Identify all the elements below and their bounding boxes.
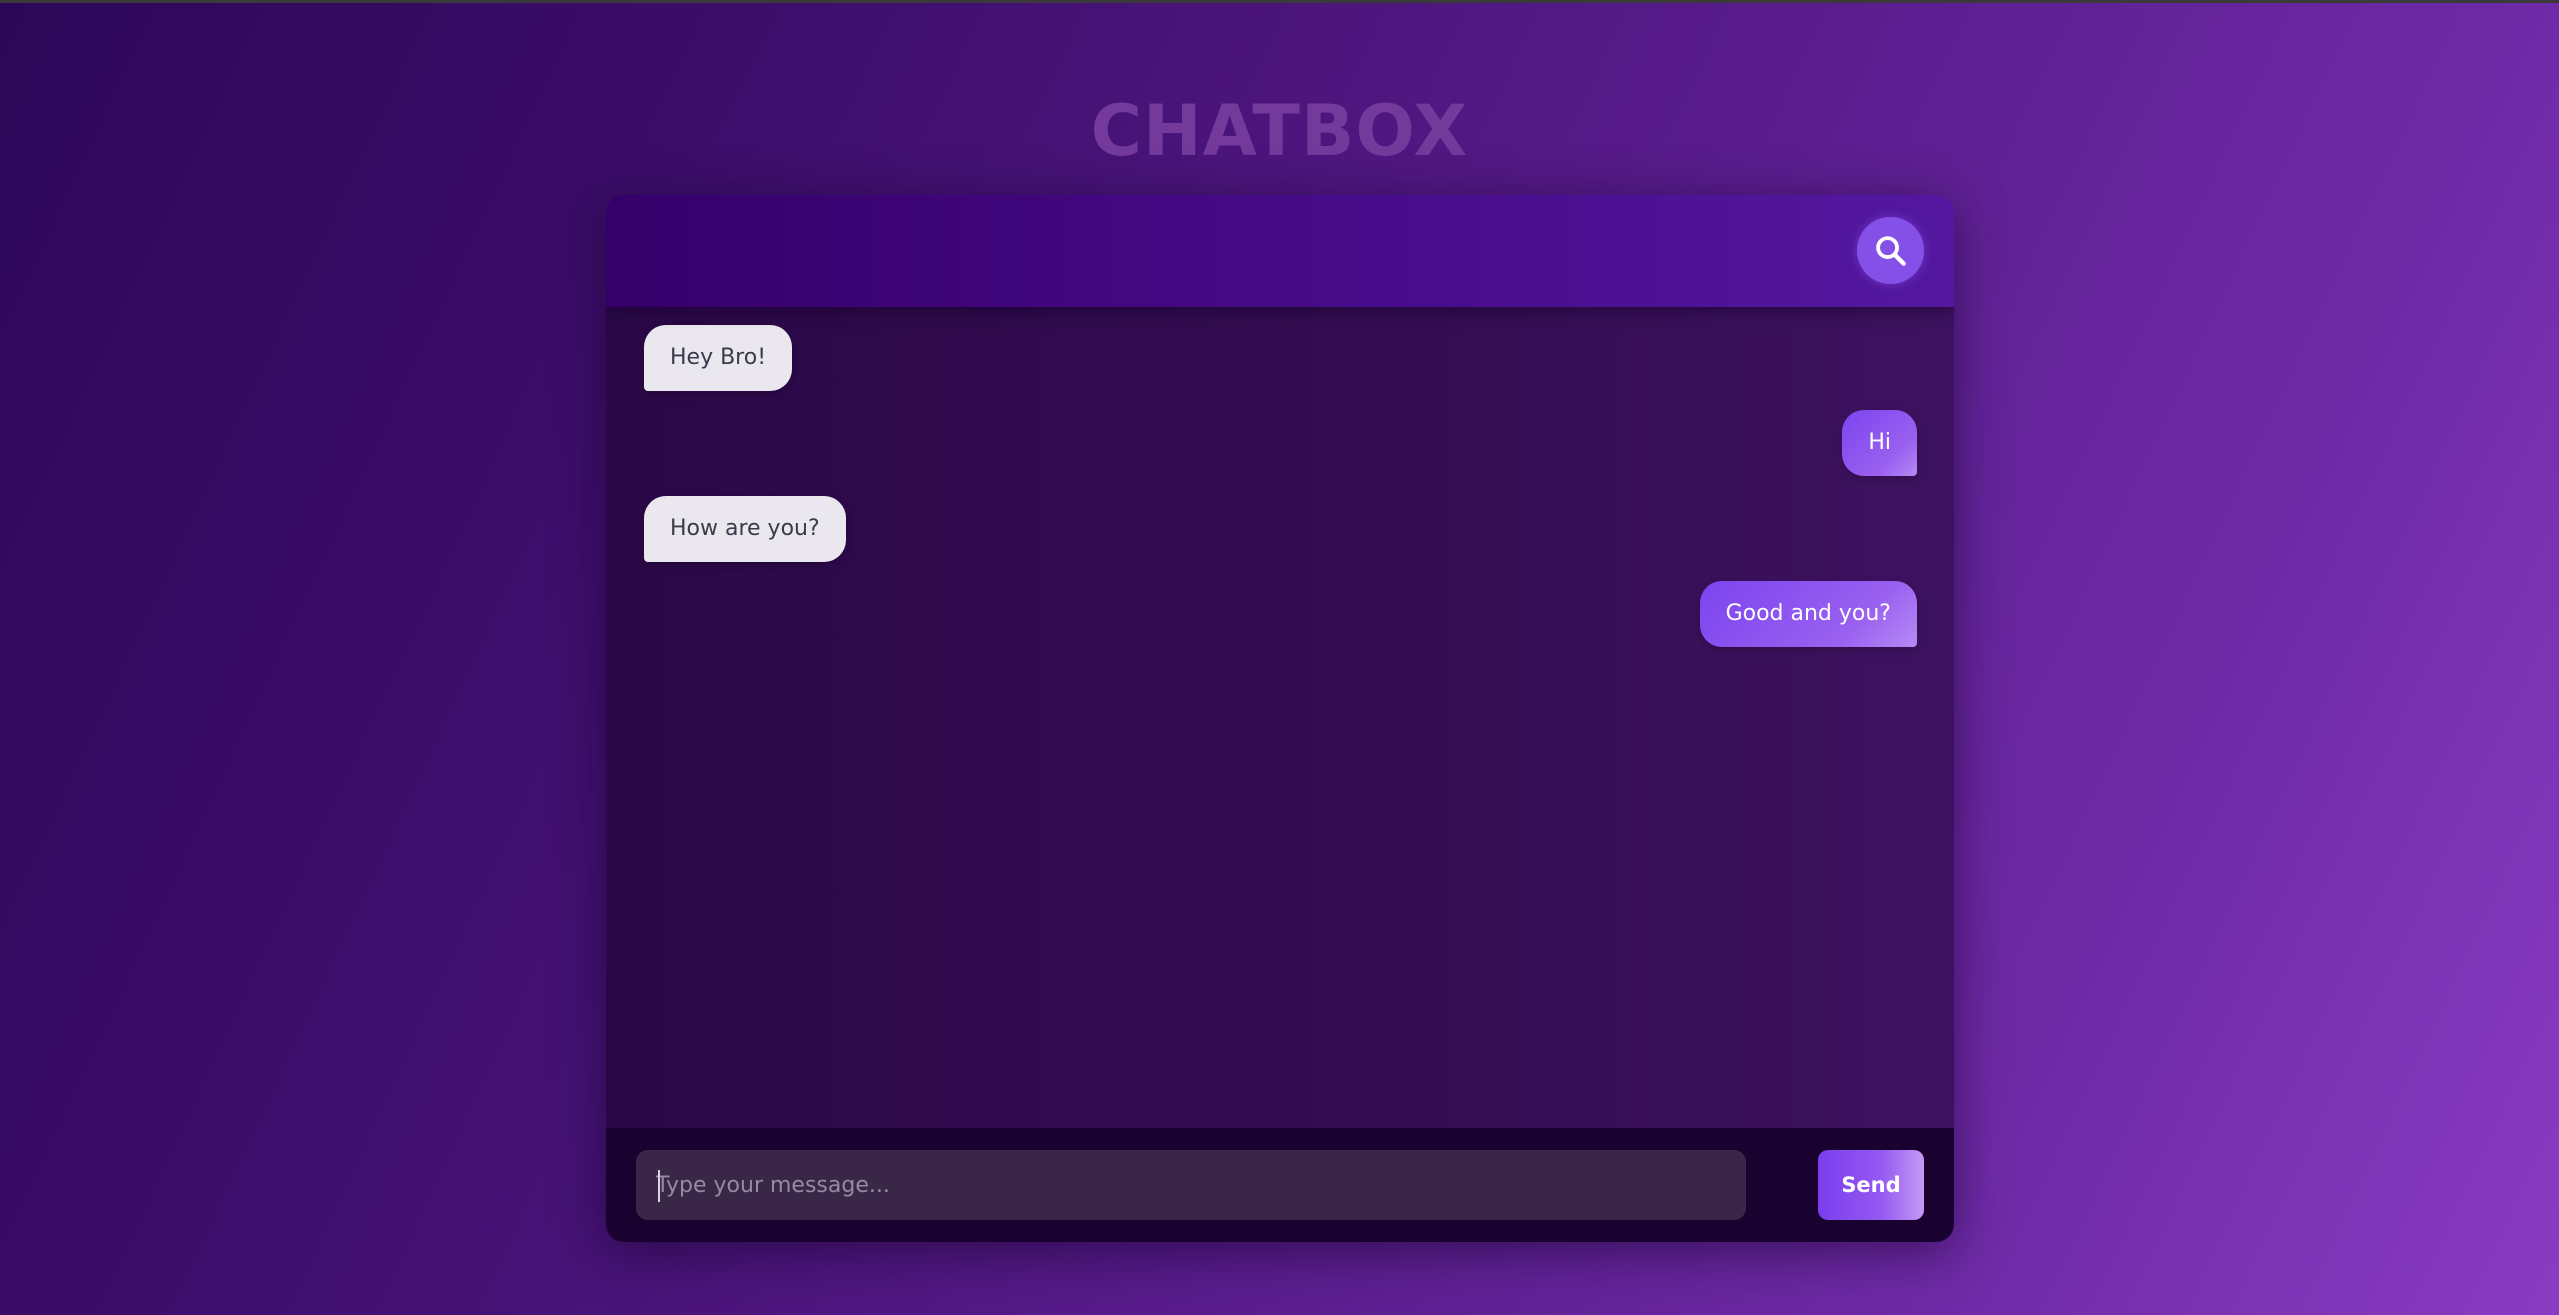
app-title: CHATBOX [1090,90,1469,172]
message-input[interactable] [636,1150,1746,1220]
text-caret [658,1170,660,1202]
message-bubble-received: How are you? [644,496,846,562]
send-button[interactable]: Send [1818,1150,1924,1220]
message-bubble-sent: Hi [1842,410,1917,476]
window-top-border [0,0,2559,3]
composer-bar: Send [606,1128,1954,1242]
chat-header [606,195,1954,307]
message-list[interactable]: Hey Bro! Hi How are you? Good and you? [606,307,1954,1242]
search-button[interactable] [1857,217,1924,284]
message-bubble-received: Hey Bro! [644,325,793,391]
message-bubble-sent: Good and you? [1699,581,1917,647]
search-icon [1876,236,1906,266]
chat-window: Hey Bro! Hi How are you? Good and you? S… [606,195,1954,1242]
